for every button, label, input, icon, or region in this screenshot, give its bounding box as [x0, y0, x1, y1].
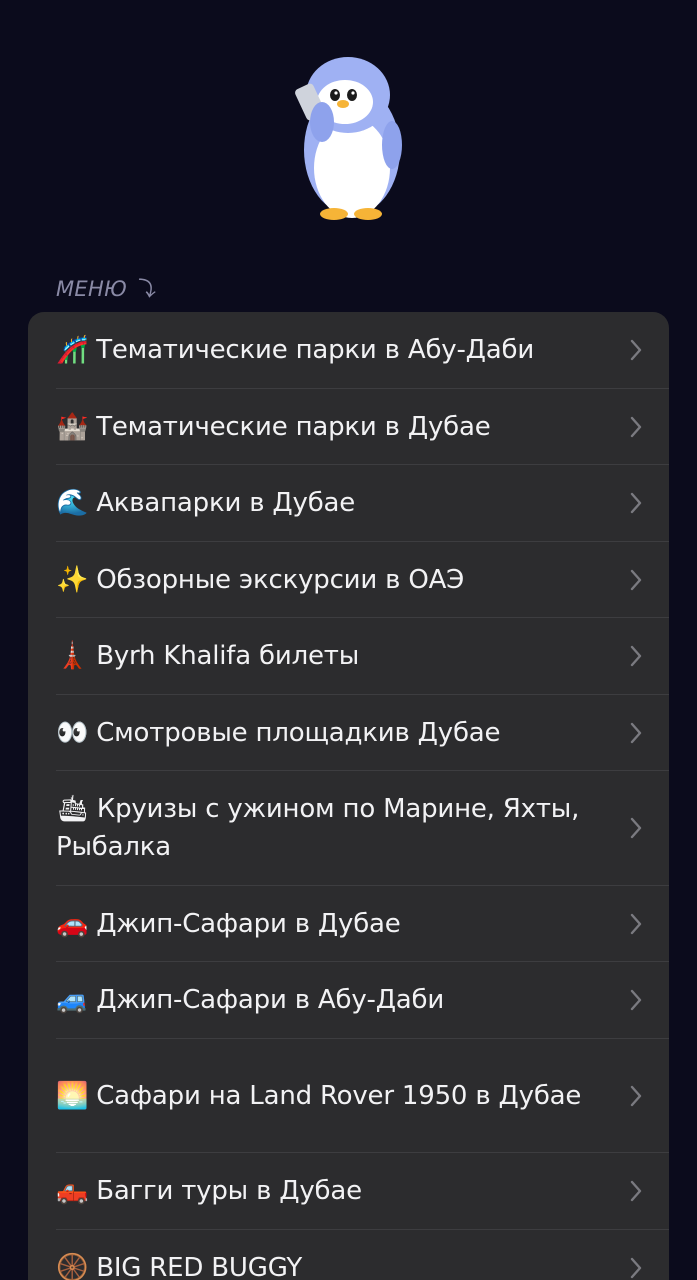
menu-item-emoji-icon: ✨ — [56, 564, 89, 595]
menu-item-label: Byrh Khalifa билеты — [96, 641, 360, 672]
menu-item-observation-decks[interactable]: 👀 Смотровые площадкив Дубае — [28, 695, 669, 771]
menu-item-emoji-icon: 🛞 — [56, 1252, 89, 1280]
menu-item-label: Тематические парки в Дубае — [96, 411, 491, 442]
menu-item-buggy-tours[interactable]: 🛻 Багги туры в Дубае — [28, 1153, 669, 1230]
menu-item-emoji-icon: 🎢 — [56, 335, 89, 366]
chevron-right-icon — [630, 646, 642, 667]
chevron-right-icon — [630, 1257, 642, 1278]
menu-item-text: 🚙 Джип-Сафари в Абу-Даби — [56, 981, 444, 1019]
menu-list: 🎢 Тематические парки в Абу-Даби 🏰 Тематичес… — [28, 312, 669, 1280]
chevron-right-icon — [630, 340, 642, 361]
menu-item-text: 🏰 Тематические парки в Дубае — [56, 408, 491, 446]
menu-item-dubai-theme-parks[interactable]: 🏰 Тематические парки в Дубае — [28, 389, 669, 465]
menu-item-label: Джип-Сафари в Абу-Даби — [96, 985, 445, 1016]
menu-item-emoji-icon: 🏰 — [56, 411, 89, 442]
menu-item-land-rover-safari[interactable]: 🌅 Сафари на Land Rover 1950 в Дубае — [28, 1039, 669, 1153]
menu-item-text: 🛳 Круизы с ужином по Марине, Яхты, Рыбалк… — [56, 790, 599, 866]
chevron-right-icon — [630, 493, 642, 514]
chevron-right-icon — [630, 990, 642, 1011]
menu-item-emoji-icon: 🗼 — [56, 641, 89, 672]
chevron-right-icon — [630, 913, 642, 934]
menu-item-label: Аквапарки в Дубае — [96, 488, 356, 519]
menu-item-text: 🛻 Багги туры в Дубае — [56, 1172, 362, 1210]
menu-item-label: BIG RED BUGGY — [96, 1252, 303, 1280]
menu-item-uae-tours[interactable]: ✨ Обзорные экскурсии в ОАЭ — [28, 542, 669, 618]
menu-item-emoji-icon: 🛳 — [56, 794, 89, 825]
menu-item-emoji-icon: 🚗 — [56, 908, 89, 939]
menu-item-label: Круизы с ужином по Марине, Яхты, Рыбалка — [56, 794, 580, 863]
chevron-right-icon — [630, 722, 642, 743]
menu-item-label: Смотровые площадкив Дубае — [96, 717, 501, 748]
menu-item-emoji-icon: 🌊 — [56, 488, 89, 519]
menu-item-abu-dhabi-theme-parks[interactable]: 🎢 Тематические парки в Абу-Даби — [28, 312, 669, 389]
menu-item-label: Багги туры в Дубае — [96, 1176, 362, 1207]
page: МЕНЮ ⤵ 🎢 Тематические парки в Абу-Даби 🏰 Те… — [0, 0, 697, 1280]
chevron-right-icon — [630, 1181, 642, 1202]
menu-item-text: 👀 Смотровые площадкив Дубае — [56, 714, 501, 752]
penguin-sticker — [295, 57, 402, 220]
menu-item-jeep-safari-dubai[interactable]: 🚗 Джип-Сафари в Дубае — [28, 886, 669, 962]
menu-item-cruises[interactable]: 🛳 Круизы с ужином по Марине, Яхты, Рыбалк… — [28, 771, 669, 886]
menu-item-label: Сафари на Land Rover 1950 в Дубае — [96, 1080, 582, 1111]
menu-item-text: 🗼 Byrh Khalifa билеты — [56, 637, 359, 675]
chevron-right-icon — [630, 416, 642, 437]
menu-item-text: 🌊 Аквапарки в Дубае — [56, 484, 355, 522]
menu-item-text: 🛞 BIG RED BUGGY — [56, 1249, 302, 1280]
menu-section-label: МЕНЮ ⤵ — [56, 277, 156, 301]
menu-item-big-red-buggy[interactable]: 🛞 BIG RED BUGGY — [28, 1230, 669, 1280]
menu-item-emoji-icon: 🚙 — [56, 985, 89, 1016]
chevron-right-icon — [630, 569, 642, 590]
chevron-right-icon — [630, 818, 642, 839]
menu-item-emoji-icon: 👀 — [56, 717, 89, 748]
menu-item-text: ✨ Обзорные экскурсии в ОАЭ — [56, 561, 464, 599]
menu-item-label: Тематические парки в Абу-Даби — [96, 335, 535, 366]
menu-item-jeep-safari-abu-dhabi[interactable]: 🚙 Джип-Сафари в Абу-Даби — [28, 962, 669, 1039]
menu-item-label: Обзорные экскурсии в ОАЭ — [96, 564, 465, 595]
menu-item-emoji-icon: 🌅 — [56, 1080, 89, 1111]
menu-item-text: 🚗 Джип-Сафари в Дубае — [56, 905, 401, 943]
menu-item-label: Джип-Сафари в Дубае — [96, 908, 401, 939]
menu-item-text: 🌅 Сафари на Land Rover 1950 в Дубае — [56, 1077, 581, 1115]
menu-item-emoji-icon: 🛻 — [56, 1176, 89, 1207]
chevron-right-icon — [630, 1085, 642, 1106]
menu-item-text: 🎢 Тематические парки в Абу-Даби — [56, 331, 534, 369]
menu-item-dubai-waterparks[interactable]: 🌊 Аквапарки в Дубае — [28, 465, 669, 542]
menu-item-burj-khalifa-tickets[interactable]: 🗼 Byrh Khalifa билеты — [28, 618, 669, 695]
